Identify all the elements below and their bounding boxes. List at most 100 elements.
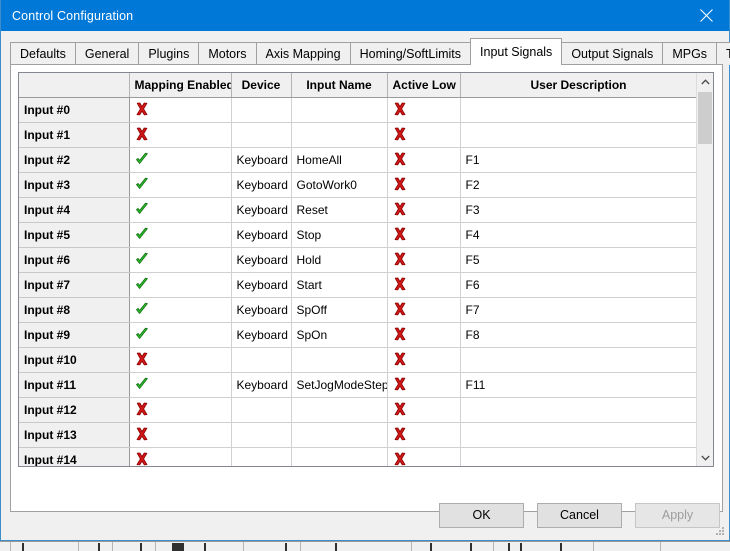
cell-input-name[interactable]: SpOn xyxy=(291,322,388,348)
tab-defaults[interactable]: Defaults xyxy=(10,42,76,65)
scrollbar-thumb[interactable] xyxy=(698,92,712,144)
row-header-7[interactable]: Input #7 xyxy=(19,272,130,298)
column-header-device[interactable]: Device xyxy=(231,73,292,98)
table-row[interactable]: Input #9 Keyboard SpOn F8 xyxy=(19,322,696,348)
row-header-13[interactable]: Input #13 xyxy=(19,422,130,448)
tab-motors[interactable]: Motors xyxy=(198,42,257,65)
row-header-0[interactable]: Input #0 xyxy=(19,97,130,123)
row-header-10[interactable]: Input #10 xyxy=(19,347,130,373)
grid-vertical-scrollbar[interactable] xyxy=(696,73,713,466)
column-header-rowtitle[interactable] xyxy=(19,73,130,98)
table-row[interactable]: Input #4 Keyboard Reset F3 xyxy=(19,197,696,223)
cell-input-name[interactable]: Reset xyxy=(291,197,388,223)
cell-input-name[interactable]: GotoWork0 xyxy=(291,172,388,198)
cell-mapping-enabled[interactable] xyxy=(129,247,232,273)
cell-user-description[interactable]: F8 xyxy=(460,322,696,348)
cell-user-description[interactable]: F11 xyxy=(460,372,696,398)
cell-mapping-enabled[interactable] xyxy=(129,122,232,148)
cell-mapping-enabled[interactable] xyxy=(129,397,232,423)
tab-input-signals[interactable]: Input Signals xyxy=(470,38,563,65)
cell-active-low[interactable] xyxy=(387,172,461,198)
row-header-6[interactable]: Input #6 xyxy=(19,247,130,273)
cell-device[interactable]: Keyboard xyxy=(231,297,292,323)
cell-active-low[interactable] xyxy=(387,247,461,273)
cell-device[interactable] xyxy=(231,122,292,148)
column-header-user-description[interactable]: User Description xyxy=(460,73,696,98)
cell-mapping-enabled[interactable] xyxy=(129,197,232,223)
cell-input-name[interactable]: SetJogModeStep xyxy=(291,372,388,398)
row-header-8[interactable]: Input #8 xyxy=(19,297,130,323)
cell-mapping-enabled[interactable] xyxy=(129,372,232,398)
cell-active-low[interactable] xyxy=(387,197,461,223)
cell-user-description[interactable]: F7 xyxy=(460,297,696,323)
table-row[interactable]: Input #5 Keyboard Stop F4 xyxy=(19,222,696,248)
cell-input-name[interactable] xyxy=(291,97,388,123)
cell-device[interactable] xyxy=(231,447,292,466)
row-header-9[interactable]: Input #9 xyxy=(19,322,130,348)
tab-output-signals[interactable]: Output Signals xyxy=(561,42,664,65)
ok-button[interactable]: OK xyxy=(439,502,524,528)
cell-mapping-enabled[interactable] xyxy=(129,447,232,466)
cell-device[interactable]: Keyboard xyxy=(231,322,292,348)
row-header-2[interactable]: Input #2 xyxy=(19,147,130,173)
cell-mapping-enabled[interactable] xyxy=(129,147,232,173)
row-header-12[interactable]: Input #12 xyxy=(19,397,130,423)
cell-input-name[interactable] xyxy=(291,122,388,148)
cell-input-name[interactable]: Start xyxy=(291,272,388,298)
cell-device[interactable]: Keyboard xyxy=(231,197,292,223)
cell-active-low[interactable] xyxy=(387,372,461,398)
cell-device[interactable] xyxy=(231,97,292,123)
row-header-5[interactable]: Input #5 xyxy=(19,222,130,248)
cell-mapping-enabled[interactable] xyxy=(129,322,232,348)
cell-mapping-enabled[interactable] xyxy=(129,222,232,248)
cell-user-description[interactable] xyxy=(460,447,696,466)
cell-input-name[interactable]: SpOff xyxy=(291,297,388,323)
cell-user-description[interactable] xyxy=(460,122,696,148)
cell-input-name[interactable] xyxy=(291,397,388,423)
tab-mpgs[interactable]: MPGs xyxy=(662,42,718,65)
cell-user-description[interactable]: F5 xyxy=(460,247,696,273)
cell-active-low[interactable] xyxy=(387,397,461,423)
cell-device[interactable]: Keyboard xyxy=(231,272,292,298)
cell-user-description[interactable]: F4 xyxy=(460,222,696,248)
tab-tools[interactable]: Tools xyxy=(716,42,730,65)
row-header-4[interactable]: Input #4 xyxy=(19,197,130,223)
table-row[interactable]: Input #14 xyxy=(19,447,696,466)
cell-user-description[interactable] xyxy=(460,422,696,448)
tab-general[interactable]: General xyxy=(74,42,140,65)
cell-user-description[interactable]: F6 xyxy=(460,272,696,298)
cell-device[interactable]: Keyboard xyxy=(231,247,292,273)
cell-active-low[interactable] xyxy=(387,422,461,448)
cell-active-low[interactable] xyxy=(387,97,461,123)
cell-active-low[interactable] xyxy=(387,347,461,373)
cell-device[interactable]: Keyboard xyxy=(231,172,292,198)
row-header-11[interactable]: Input #11 xyxy=(19,372,130,398)
table-row[interactable]: Input #11 Keyboard SetJogModeStep F11 xyxy=(19,372,696,398)
cell-mapping-enabled[interactable] xyxy=(129,422,232,448)
cell-device[interactable] xyxy=(231,397,292,423)
cell-input-name[interactable]: Stop xyxy=(291,222,388,248)
column-header-input-name[interactable]: Input Name xyxy=(291,73,388,98)
cell-device[interactable] xyxy=(231,422,292,448)
column-header-active-low[interactable]: Active Low xyxy=(387,73,461,98)
row-header-1[interactable]: Input #1 xyxy=(19,122,130,148)
cell-user-description[interactable]: F1 xyxy=(460,147,696,173)
cell-user-description[interactable] xyxy=(460,397,696,423)
table-row[interactable]: Input #0 xyxy=(19,97,696,123)
cell-device[interactable] xyxy=(231,347,292,373)
row-header-3[interactable]: Input #3 xyxy=(19,172,130,198)
cell-user-description[interactable]: F3 xyxy=(460,197,696,223)
cell-input-name[interactable] xyxy=(291,422,388,448)
cell-mapping-enabled[interactable] xyxy=(129,272,232,298)
table-row[interactable]: Input #13 xyxy=(19,422,696,448)
cell-active-low[interactable] xyxy=(387,297,461,323)
cell-mapping-enabled[interactable] xyxy=(129,347,232,373)
cell-mapping-enabled[interactable] xyxy=(129,297,232,323)
cell-device[interactable]: Keyboard xyxy=(231,372,292,398)
cell-mapping-enabled[interactable] xyxy=(129,172,232,198)
cell-input-name[interactable]: Hold xyxy=(291,247,388,273)
tab-plugins[interactable]: Plugins xyxy=(138,42,200,65)
table-row[interactable]: Input #8 Keyboard SpOff F7 xyxy=(19,297,696,323)
table-row[interactable]: Input #7 Keyboard Start F6 xyxy=(19,272,696,298)
row-header-14[interactable]: Input #14 xyxy=(19,447,130,466)
